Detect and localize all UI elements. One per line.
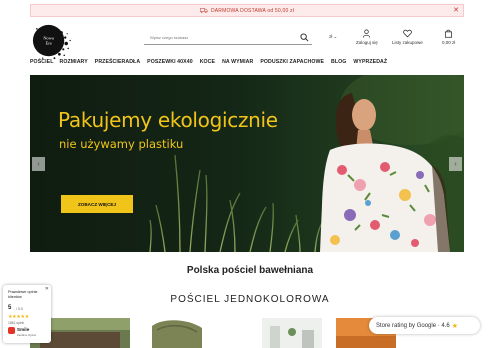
badge-brand-sub: Zaufane Opinie: [17, 333, 37, 337]
search-bar: [144, 31, 312, 45]
svg-text:Era: Era: [46, 40, 52, 45]
cart-total: 0,00 zł: [442, 40, 456, 45]
search-icon[interactable]: [300, 33, 309, 42]
star-rating-icon: ★★★★★: [8, 314, 29, 320]
chevron-down-icon: ⌄: [332, 34, 338, 39]
badge-brand: Smile: [17, 327, 30, 332]
nav-item-poduszki[interactable]: PODUSZKI ZAPACHOWE: [260, 59, 324, 65]
heart-icon: [403, 29, 412, 38]
smile-logo-icon: [8, 327, 15, 334]
hero-image: [30, 75, 464, 252]
google-rating-text: Store rating by Google · 4.6: [376, 322, 450, 329]
prev-arrow-icon[interactable]: ‹: [32, 157, 45, 171]
page: DARMOWA DOSTAWA od 50,00 zł ✕ Nowa Era z…: [0, 0, 500, 348]
main-nav: POŚCIEL ROZMIARY PRZEŚCIERADŁA POSZEWKI …: [30, 57, 394, 67]
product-image[interactable]: [147, 318, 207, 348]
nav-item-wyprzedaz[interactable]: WYPRZEDAŻ: [353, 59, 387, 65]
section-title: Polska pościel bawełniana: [186, 265, 314, 276]
next-arrow-icon[interactable]: ›: [449, 157, 462, 171]
nav-item-posciel[interactable]: POŚCIEL: [30, 59, 53, 65]
nav-item-rozmiary[interactable]: ROZMIARY: [59, 59, 87, 65]
nav-item-na-wymiar[interactable]: NA WYMIAR: [222, 59, 253, 65]
badge-score: 5: [8, 305, 12, 311]
hero-banner[interactable]: Pakujemy ekologicznie nie używamy plasti…: [30, 75, 464, 252]
truck-icon: [199, 8, 208, 13]
nav-item-koce[interactable]: KOCE: [200, 59, 215, 65]
star-icon: ★: [451, 322, 458, 330]
wishlist-link[interactable]: Listy zakupowe: [392, 29, 423, 45]
close-icon[interactable]: ✕: [453, 6, 459, 16]
shopping-bag-icon: [445, 29, 453, 38]
user-icon: [363, 29, 371, 38]
review-badge[interactable]: ✕ Prawdziwe opinie klientów 5 / 5.0 ★★★★…: [3, 285, 51, 343]
nav-item-przescieradla[interactable]: PRZEŚCIERADŁA: [95, 59, 140, 65]
nav-item-blog[interactable]: BLOG: [331, 59, 346, 65]
hero-title: Pakujemy ekologicznie: [58, 108, 278, 132]
cart-link[interactable]: 0,00 zł: [442, 29, 455, 45]
wishlist-label: Listy zakupowe: [392, 40, 423, 45]
nav-item-poszewki[interactable]: POSZEWKI 40X40: [147, 59, 193, 65]
badge-title: Prawdziwe opinie klientów: [8, 290, 38, 299]
promo-bar: DARMOWA DOSTAWA od 50,00 zł ✕: [30, 4, 464, 17]
login-label: Zaloguj się: [356, 40, 378, 45]
promo-text: DARMOWA DOSTAWA od 50,00 zł: [210, 7, 295, 14]
search-input[interactable]: [144, 35, 294, 40]
badge-count: 1561 opinii: [8, 321, 24, 325]
login-link[interactable]: Zaloguj się: [356, 29, 378, 45]
section-subtitle: POŚCIEL JEDNOKOLOROWA: [170, 294, 330, 305]
badge-scale: / 5.0: [16, 307, 23, 311]
close-icon[interactable]: ✕: [45, 286, 49, 292]
product-image[interactable]: [262, 318, 322, 348]
google-rating-badge[interactable]: Store rating by Google · 4.6 ★: [369, 317, 480, 334]
see-more-button[interactable]: ZOBACZ WIĘCEJ: [61, 195, 133, 213]
hero-subtitle: nie używamy plastiku: [59, 137, 184, 151]
currency-select[interactable]: zł ⌄: [329, 34, 337, 40]
